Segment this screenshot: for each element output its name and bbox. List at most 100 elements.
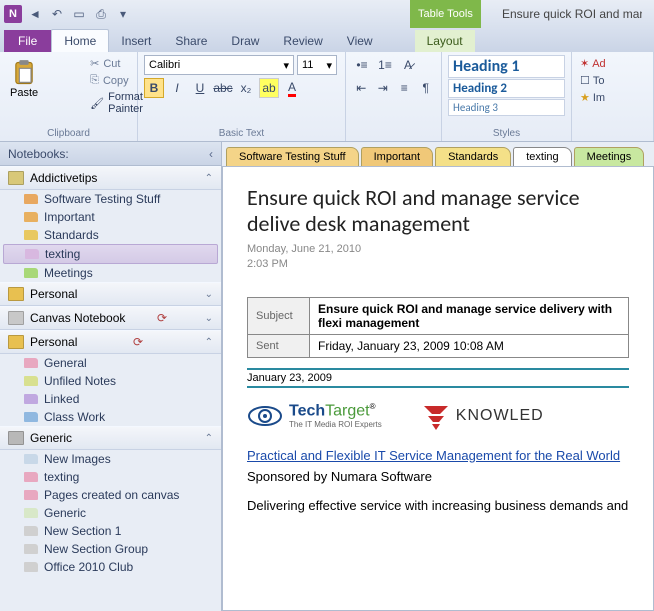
outdent-button[interactable]: ⇤ [352,78,371,98]
strikethrough-button[interactable]: abc [213,78,233,98]
notebook-name: Addictivetips [30,171,97,185]
copy-button[interactable]: ⎘Copy [88,72,145,89]
layout-tab[interactable]: Layout [415,30,475,52]
notebook-icon [8,431,24,445]
align-button[interactable]: ≡ [395,78,414,98]
section-name: Office 2010 Club [44,560,133,574]
section-icon [24,508,38,518]
article-link[interactable]: Practical and Flexible IT Service Manage… [247,448,629,463]
chevron-down-icon: ▾ [326,59,332,72]
section-item[interactable]: Software Testing Stuff [0,190,221,208]
print-icon[interactable]: ⎙ [92,5,110,23]
section-item[interactable]: Class Work [0,408,221,426]
section-item[interactable]: texting [3,244,218,264]
section-tab[interactable]: Meetings [574,147,645,166]
section-item[interactable]: Pages created on canvas [0,486,221,504]
page-date: Monday, June 21, 2010 [247,242,629,257]
section-item[interactable]: Linked [0,390,221,408]
notebooks-header[interactable]: Notebooks: ‹ [0,142,221,166]
notebook-header[interactable]: Generic⌃ [0,426,221,450]
underline-button[interactable]: U [190,78,210,98]
subscript-button[interactable]: x₂ [236,78,256,98]
notebook-header[interactable]: Personal⟳⌃ [0,330,221,354]
indent-button[interactable]: ⇥ [374,78,393,98]
section-item[interactable]: Generic [0,504,221,522]
highlight-button[interactable]: ab [259,78,279,98]
section-name: Standards [44,228,99,242]
clear-format-button[interactable]: A̷ [398,55,418,75]
section-tab[interactable]: Important [361,147,433,166]
paste-button[interactable]: Paste [6,55,42,117]
notebook-header[interactable]: Personal⌄ [0,282,221,306]
draw-tab[interactable]: Draw [219,30,271,52]
chevron-left-icon: ‹ [209,147,213,161]
section-item[interactable]: Unfiled Notes [0,372,221,390]
section-item[interactable]: Standards [0,226,221,244]
section-icon [24,544,38,554]
undo-icon[interactable]: ↶ [48,5,66,23]
font-size-combo[interactable]: 11▾ [297,55,337,75]
qat-dropdown-icon[interactable]: ▾ [114,5,132,23]
paragraph-mark-button[interactable]: ¶ [417,78,436,98]
back-icon[interactable]: ◄ [26,5,44,23]
add-button[interactable]: ✶Ad [578,55,647,72]
section-name: Meetings [44,266,93,280]
notebook-icon [8,287,24,301]
ribbon: Paste ✂Cut ⎘Copy 🖌Format Painter Clipboa… [0,52,654,142]
important-button[interactable]: ★Im [578,89,647,106]
section-name: New Images [44,452,111,466]
heading3-style[interactable]: Heading 3 [448,99,565,116]
heading2-style[interactable]: Heading 2 [448,79,565,98]
font-color-button[interactable]: A [282,78,302,98]
view-tab[interactable]: View [335,30,385,52]
extra-group: ✶Ad ☐To ★Im [572,52,654,141]
basic-text-label: Basic Text [144,126,339,139]
page-surface[interactable]: Ensure quick ROI and manage service deli… [222,166,654,611]
techtarget-logo: TechTarget® The IT Media ROI Experts [247,402,382,430]
file-tab[interactable]: File [4,30,51,52]
bold-button[interactable]: B [144,78,164,98]
page-title[interactable]: Ensure quick ROI and manage service deli… [247,185,629,238]
section-tab[interactable]: Standards [435,147,511,166]
section-icon [24,472,38,482]
section-name: texting [45,247,80,261]
section-item[interactable]: texting [0,468,221,486]
home-tab[interactable]: Home [51,29,109,52]
to-button[interactable]: ☐To [578,72,647,89]
section-item[interactable]: Office 2010 Club [0,558,221,576]
section-tab[interactable]: texting [513,147,571,166]
section-item[interactable]: General [0,354,221,372]
section-name: New Section 1 [44,524,121,538]
sync-error-icon: ⟳ [157,311,167,325]
window-title: Ensure quick ROI and manage s [502,7,642,21]
subject-label: Subject [248,297,310,334]
section-item[interactable]: Meetings [0,264,221,282]
app-icon: N [4,5,22,23]
section-item[interactable]: New Section 1 [0,522,221,540]
section-item[interactable]: New Section Group [0,540,221,558]
italic-button[interactable]: I [167,78,187,98]
section-item[interactable]: New Images [0,450,221,468]
logo-row: TechTarget® The IT Media ROI Experts KNO… [247,402,629,430]
font-name-combo[interactable]: Calibri▾ [144,55,294,75]
section-tab[interactable]: Software Testing Stuff [226,147,359,166]
review-tab[interactable]: Review [271,30,334,52]
section-item[interactable]: Important [0,208,221,226]
notebook-header[interactable]: Addictivetips ⌃ [0,166,221,190]
section-icon [24,268,38,278]
chevron-icon: ⌃ [205,173,213,184]
share-tab[interactable]: Share [163,30,219,52]
section-icon [24,454,38,464]
cut-button[interactable]: ✂Cut [88,55,145,72]
chevron-icon: ⌄ [205,289,213,300]
bullets-button[interactable]: •≡ [352,55,372,75]
section-icon [24,562,38,572]
notebook-header[interactable]: Canvas Notebook⟳⌄ [0,306,221,330]
brush-icon: 🖌 [90,97,104,110]
heading1-style[interactable]: Heading 1 [448,55,565,78]
dock-icon[interactable]: ▭ [70,5,88,23]
format-painter-button[interactable]: 🖌Format Painter [88,89,145,117]
insert-tab[interactable]: Insert [109,30,163,52]
clipboard-group: Paste ✂Cut ⎘Copy 🖌Format Painter Clipboa… [0,52,138,141]
numbering-button[interactable]: 1≡ [375,55,395,75]
